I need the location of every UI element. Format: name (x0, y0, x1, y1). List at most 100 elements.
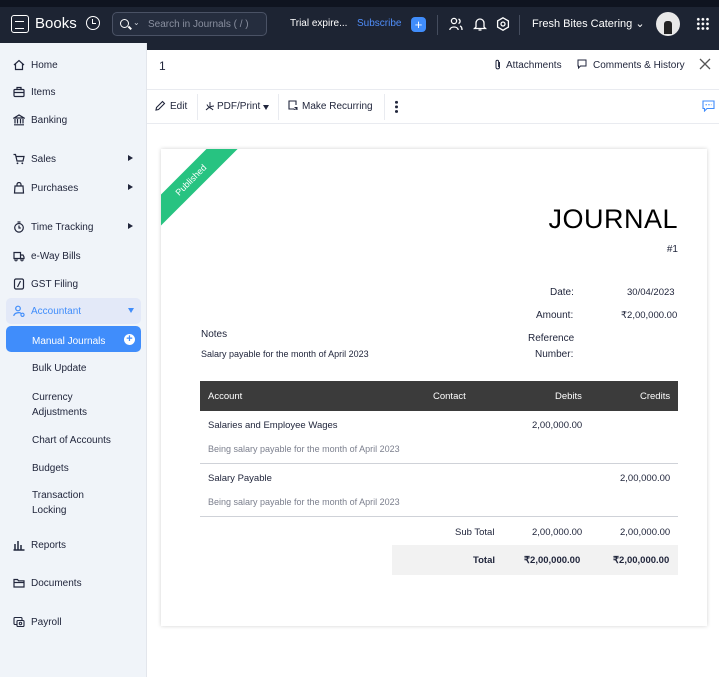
table-header: Account Contact Debits Credits (200, 381, 678, 411)
divider (384, 94, 385, 120)
reference-label-2: Number: (535, 349, 574, 360)
sidebar-item-label: Items (31, 87, 56, 98)
status-ribbon: Published (161, 149, 242, 231)
bank-icon (13, 114, 25, 126)
chevron-down-icon (263, 105, 269, 110)
add-icon[interactable]: + (124, 334, 135, 345)
users-icon[interactable] (449, 17, 463, 31)
sidebar-item-accountant[interactable]: Accountant (6, 298, 141, 324)
subtotal-label: Sub Total (455, 527, 495, 538)
search-icon[interactable] (120, 19, 129, 28)
chevron-right-icon (128, 184, 133, 190)
sidebar-item-gst-filing[interactable]: GST Filing (0, 271, 147, 297)
quick-create-button[interactable]: + (411, 17, 426, 32)
sidebar-item-label: Documents (31, 578, 82, 589)
sidebar-item-label: Time Tracking (31, 222, 94, 233)
sidebar-item-banking[interactable]: Banking (0, 107, 147, 133)
journal-title: JOURNAL (548, 204, 678, 234)
sidebar-item-currency-adjustments[interactable]: Currency Adjustments (6, 382, 141, 420)
sidebar-item-label: Banking (31, 115, 68, 126)
truck-icon (13, 251, 25, 262)
sidebar-item-budgets[interactable]: Budgets (6, 453, 141, 479)
sidebar-item-payroll[interactable]: Payroll (0, 609, 147, 635)
sidebar-item-sales[interactable]: Sales (0, 146, 147, 172)
chevron-down-icon[interactable]: ⌄ (133, 18, 140, 27)
chevron-down-icon: ⌄ (635, 18, 645, 30)
cart-icon (13, 153, 25, 165)
gear-icon[interactable] (496, 17, 510, 31)
sidebar-item-label: Budgets (32, 463, 69, 474)
chat-icon[interactable] (702, 100, 715, 112)
row-description: Being salary payable for the month of Ap… (208, 444, 400, 454)
paperclip-icon (495, 59, 500, 70)
accountant-icon (13, 305, 25, 317)
apps-grid-icon[interactable] (696, 17, 709, 30)
pdf-icon (205, 102, 215, 111)
sidebar-item-manual-journals[interactable]: Manual Journals + (6, 326, 141, 352)
sidebar-item-label: Reports (31, 540, 67, 551)
comments-label: Comments & History (593, 60, 685, 71)
app-name[interactable]: Books (35, 15, 77, 32)
payroll-icon (13, 616, 25, 628)
sidebar-item-documents[interactable]: Documents (0, 570, 147, 596)
sidebar-item-label: Home (31, 60, 58, 71)
sidebar-item-home[interactable]: Home (0, 52, 147, 78)
sidebar-item-time-tracking[interactable]: Time Tracking (0, 214, 147, 240)
subtotal-debit: 2,00,000.00 (532, 527, 583, 538)
reference-label: Reference (528, 333, 575, 344)
sidebar-item-label: Transaction Locking (32, 490, 84, 516)
home-icon (13, 59, 25, 71)
org-switcher[interactable]: Fresh Bites Catering ⌄ (532, 17, 645, 30)
total-row: Total ₹2,00,000.00 ₹2,00,000.00 (392, 545, 678, 575)
sidebar-item-label: Currency Adjustments (32, 392, 88, 418)
bell-icon[interactable] (473, 17, 487, 31)
sidebar-item-chart-of-accounts[interactable]: Chart of Accounts (6, 425, 141, 451)
pencil-icon (155, 100, 166, 111)
row-credit: 2,00,000.00 (620, 473, 671, 484)
avatar[interactable] (656, 12, 680, 36)
column-header: Credits (640, 391, 671, 402)
sidebar-item-items[interactable]: Items (0, 79, 147, 105)
sidebar-item-bulk-update[interactable]: Bulk Update (6, 353, 141, 379)
edit-button[interactable]: Edit (155, 90, 195, 123)
column-header: Contact (433, 391, 466, 402)
chevron-right-icon (128, 155, 133, 161)
items-icon (13, 86, 25, 98)
pdf-print-label: PDF/Print (217, 101, 261, 112)
column-header: Account (208, 391, 243, 402)
toolbar: Edit PDF/Print Make Recurring (147, 90, 719, 124)
sidebar-item-purchases[interactable]: Purchases (0, 175, 147, 201)
close-icon[interactable] (698, 57, 712, 71)
sidebar-item-transaction-locking[interactable]: Transaction Locking (6, 480, 141, 518)
row-description: Being salary payable for the month of Ap… (208, 497, 400, 507)
comments-history-button[interactable]: Comments & History (577, 59, 685, 71)
pdf-print-button[interactable]: PDF/Print (205, 90, 275, 123)
journal-number: #1 (666, 244, 678, 255)
row-divider (200, 463, 678, 464)
row-account: Salaries and Employee Wages (208, 420, 338, 431)
column-header: Debits (555, 391, 582, 402)
attachments-label: Attachments (506, 60, 562, 71)
subscribe-link[interactable]: Subscribe (357, 18, 401, 29)
total-label: Total (473, 555, 495, 566)
search-input[interactable] (148, 17, 263, 31)
sidebar-item-label: Bulk Update (32, 363, 87, 374)
total-debit: ₹2,00,000.00 (524, 555, 581, 566)
sidebar-item-eway-bills[interactable]: e-Way Bills (0, 243, 147, 269)
recent-activity-icon[interactable] (86, 16, 100, 30)
more-options-icon[interactable] (395, 100, 398, 114)
reports-icon (13, 541, 25, 551)
org-name: Fresh Bites Catering (532, 18, 633, 30)
journal-number-title: 1 (159, 59, 166, 73)
sidebar: Home Items Banking Sales Purchases Time … (0, 43, 147, 677)
attachments-button[interactable]: Attachments (494, 59, 562, 71)
chevron-right-icon (128, 223, 133, 229)
divider (437, 15, 438, 35)
search-box[interactable]: ⌄ (112, 12, 267, 36)
chevron-down-icon (128, 308, 134, 313)
books-logo-icon[interactable] (11, 15, 29, 33)
make-recurring-button[interactable]: Make Recurring (287, 90, 382, 123)
notes-label: Notes (201, 329, 228, 340)
sidebar-item-reports[interactable]: Reports (0, 532, 147, 558)
sidebar-item-label: Sales (31, 154, 57, 165)
